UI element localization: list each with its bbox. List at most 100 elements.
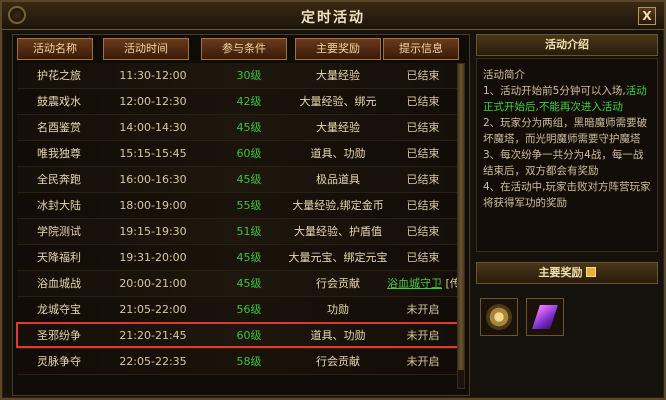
scheduled-activities-window: 定时活动 X 活动名称 活动时间 参与条件 主要奖励 提示信息 护花之旅 11:…: [0, 0, 666, 400]
activity-reward: 行会贡献: [316, 355, 360, 368]
activity-reward: 大量元宝、绑定元宝: [288, 251, 388, 264]
activity-reward: 大量经验,绑定金币: [292, 199, 384, 212]
table-header: 活动名称 活动时间 参与条件 主要奖励 提示信息: [17, 38, 467, 60]
table-row[interactable]: 龙城夺宝 21:05-22:00 56级 功勋 未开启: [17, 297, 457, 323]
activity-level: 55级: [236, 199, 262, 212]
activity-reward: 大量经验: [316, 69, 360, 82]
intro-line-4: 4、在活动中,玩家击败对方阵营玩家将获得军功的奖励: [483, 181, 651, 209]
activity-level: 60级: [236, 329, 262, 342]
table-row[interactable]: 灵脉争夺 22:05-22:35 58级 行会贡献 未开启: [17, 349, 457, 375]
activity-time: 21:05-22:00: [119, 303, 187, 316]
activity-name: 全民奔跑: [37, 173, 81, 186]
intro-text: 活动简介 1、活动开始前5分钟可以入场,活动正式开始后,不能再次进入活动 2、玩…: [476, 58, 658, 252]
activity-time: 11:30-12:00: [119, 69, 187, 82]
activity-status: 未开启: [406, 329, 440, 342]
scrollbar-thumb[interactable]: [458, 64, 464, 370]
intro-line-2: 2、玩家分为两组，黑暗魔师需要破坏魔塔，而光明魔师需要守护魔塔: [483, 117, 648, 145]
header-main-reward[interactable]: 主要奖励: [295, 38, 381, 60]
table-row[interactable]: 鼓震戏水 12:00-12:30 42级 大量经验、绑元 已结束: [17, 89, 457, 115]
table-row[interactable]: 唯我独尊 15:15-15:45 60级 道具、功勋 已结束: [17, 141, 457, 167]
activity-time: 12:00-12:30: [119, 95, 187, 108]
activity-name: 名酉鉴赏: [37, 121, 81, 134]
activity-status: 已结束: [406, 95, 440, 108]
activity-time: 18:00-19:00: [119, 199, 187, 212]
header-requirement[interactable]: 参与条件: [201, 38, 287, 60]
intro-title: 活动简介: [483, 69, 525, 81]
activity-status: 已结束: [406, 121, 440, 134]
activity-level: 60级: [236, 147, 262, 160]
reward-heading-label: 主要奖励: [538, 266, 583, 279]
table-row[interactable]: 冰封大陆 18:00-19:00 55级 大量经验,绑定金币 已结束: [17, 193, 457, 219]
activity-reward: 行会贡献: [316, 277, 360, 290]
corner-ornament-icon: [8, 6, 26, 24]
reward-slot-medal[interactable]: ✹: [480, 298, 518, 336]
intro-heading: 活动介绍: [476, 34, 658, 56]
activity-time: 20:00-21:00: [119, 277, 187, 290]
activity-level: 51级: [236, 225, 262, 238]
table-row[interactable]: 浴血城战 20:00-21:00 45级 行会贡献 浴血城守卫 [传]: [17, 271, 465, 297]
table-row[interactable]: 学院测试 19:15-19:30 51级 大量经验、护盾值 已结束: [17, 219, 457, 245]
title-bar: 定时活动 X: [2, 2, 664, 30]
activity-name: 学院测试: [37, 225, 81, 238]
activity-time: 19:15-19:30: [119, 225, 187, 238]
activity-reward: 大量经验: [316, 121, 360, 134]
activity-level: 45级: [236, 251, 262, 264]
activity-reward: 极品道具: [316, 173, 360, 186]
activity-level: 30级: [236, 69, 262, 82]
table-row[interactable]: 护花之旅 11:30-12:00 30级 大量经验 已结束: [17, 63, 457, 89]
activity-time: 22:05-22:35: [119, 355, 187, 368]
activity-level: 45级: [236, 121, 262, 134]
activity-name: 圣邪纷争: [37, 329, 81, 342]
activity-status: 已结束: [406, 225, 440, 238]
activity-time: 14:00-14:30: [119, 121, 187, 134]
reward-heading: 主要奖励: [476, 262, 658, 284]
status-link[interactable]: 浴血城守卫: [387, 277, 442, 290]
activity-reward: 道具、功勋: [310, 147, 366, 160]
activity-reward: 道具、功勋: [310, 329, 366, 342]
gift-icon: [585, 267, 596, 277]
intro-line-1-text: 1、活动开始前5分钟可以入场,: [483, 85, 626, 97]
activity-time: 15:15-15:45: [119, 147, 187, 160]
reward-slot-crystal[interactable]: [526, 298, 564, 336]
reward-section: 主要奖励 ✹: [476, 262, 658, 396]
table-row[interactable]: 名酉鉴赏 14:00-14:30 45级 大量经验 已结束: [17, 115, 457, 141]
intro-line-3: 3、每次纷争一共分为4战，每一战结束后，双方都会有奖励: [483, 149, 644, 177]
activity-status: 已结束: [406, 199, 440, 212]
window-title: 定时活动: [301, 10, 365, 26]
activity-time: 16:00-16:30: [119, 173, 187, 186]
activity-reward: 大量经验、护盾值: [294, 225, 382, 238]
activity-time: 19:31-20:00: [119, 251, 187, 264]
crystal-icon: [532, 305, 558, 329]
table-row[interactable]: 全民奔跑 16:00-16:30 45级 极品道具 已结束: [17, 167, 457, 193]
activity-name: 龙城夺宝: [37, 303, 81, 316]
table-row-selected[interactable]: 圣邪纷争 21:20-21:45 60级 道具、功勋 未开启: [17, 323, 457, 349]
activity-time: 21:20-21:45: [119, 329, 187, 342]
activity-name: 鼓震戏水: [37, 95, 81, 108]
activity-level: 45级: [236, 173, 262, 186]
activity-name: 天降福利: [37, 251, 81, 264]
activity-status: 已结束: [406, 251, 440, 264]
activity-reward: 大量经验、绑元: [299, 95, 377, 108]
activity-status: 已结束: [406, 147, 440, 160]
activity-status: 已结束: [406, 173, 440, 186]
activity-detail-panel: 活动介绍 活动简介 1、活动开始前5分钟可以入场,活动正式开始后,不能再次进入活…: [476, 34, 658, 396]
activity-level: 45级: [236, 277, 262, 290]
activity-status: 未开启: [406, 303, 440, 316]
header-activity-time[interactable]: 活动时间: [103, 38, 189, 60]
list-scrollbar[interactable]: [457, 63, 465, 389]
header-activity-name[interactable]: 活动名称: [17, 38, 93, 60]
activity-name: 浴血城战: [37, 277, 81, 290]
activity-level: 42级: [236, 95, 262, 108]
activity-name: 唯我独尊: [37, 147, 81, 160]
activity-status: 已结束: [406, 69, 440, 82]
table-row[interactable]: 天降福利 19:31-20:00 45级 大量元宝、绑定元宝 已结束: [17, 245, 457, 271]
medal-core-icon: [486, 304, 512, 330]
activity-status: 未开启: [406, 355, 440, 368]
intro-line-1: 1、活动开始前5分钟可以入场,活动正式开始后,不能再次进入活动: [483, 83, 651, 115]
activity-name: 冰封大陆: [37, 199, 81, 212]
activity-level: 56级: [236, 303, 262, 316]
activity-reward: 功勋: [327, 303, 349, 316]
header-hint-info[interactable]: 提示信息: [383, 38, 459, 60]
close-button[interactable]: X: [638, 7, 656, 25]
activity-level: 58级: [236, 355, 262, 368]
